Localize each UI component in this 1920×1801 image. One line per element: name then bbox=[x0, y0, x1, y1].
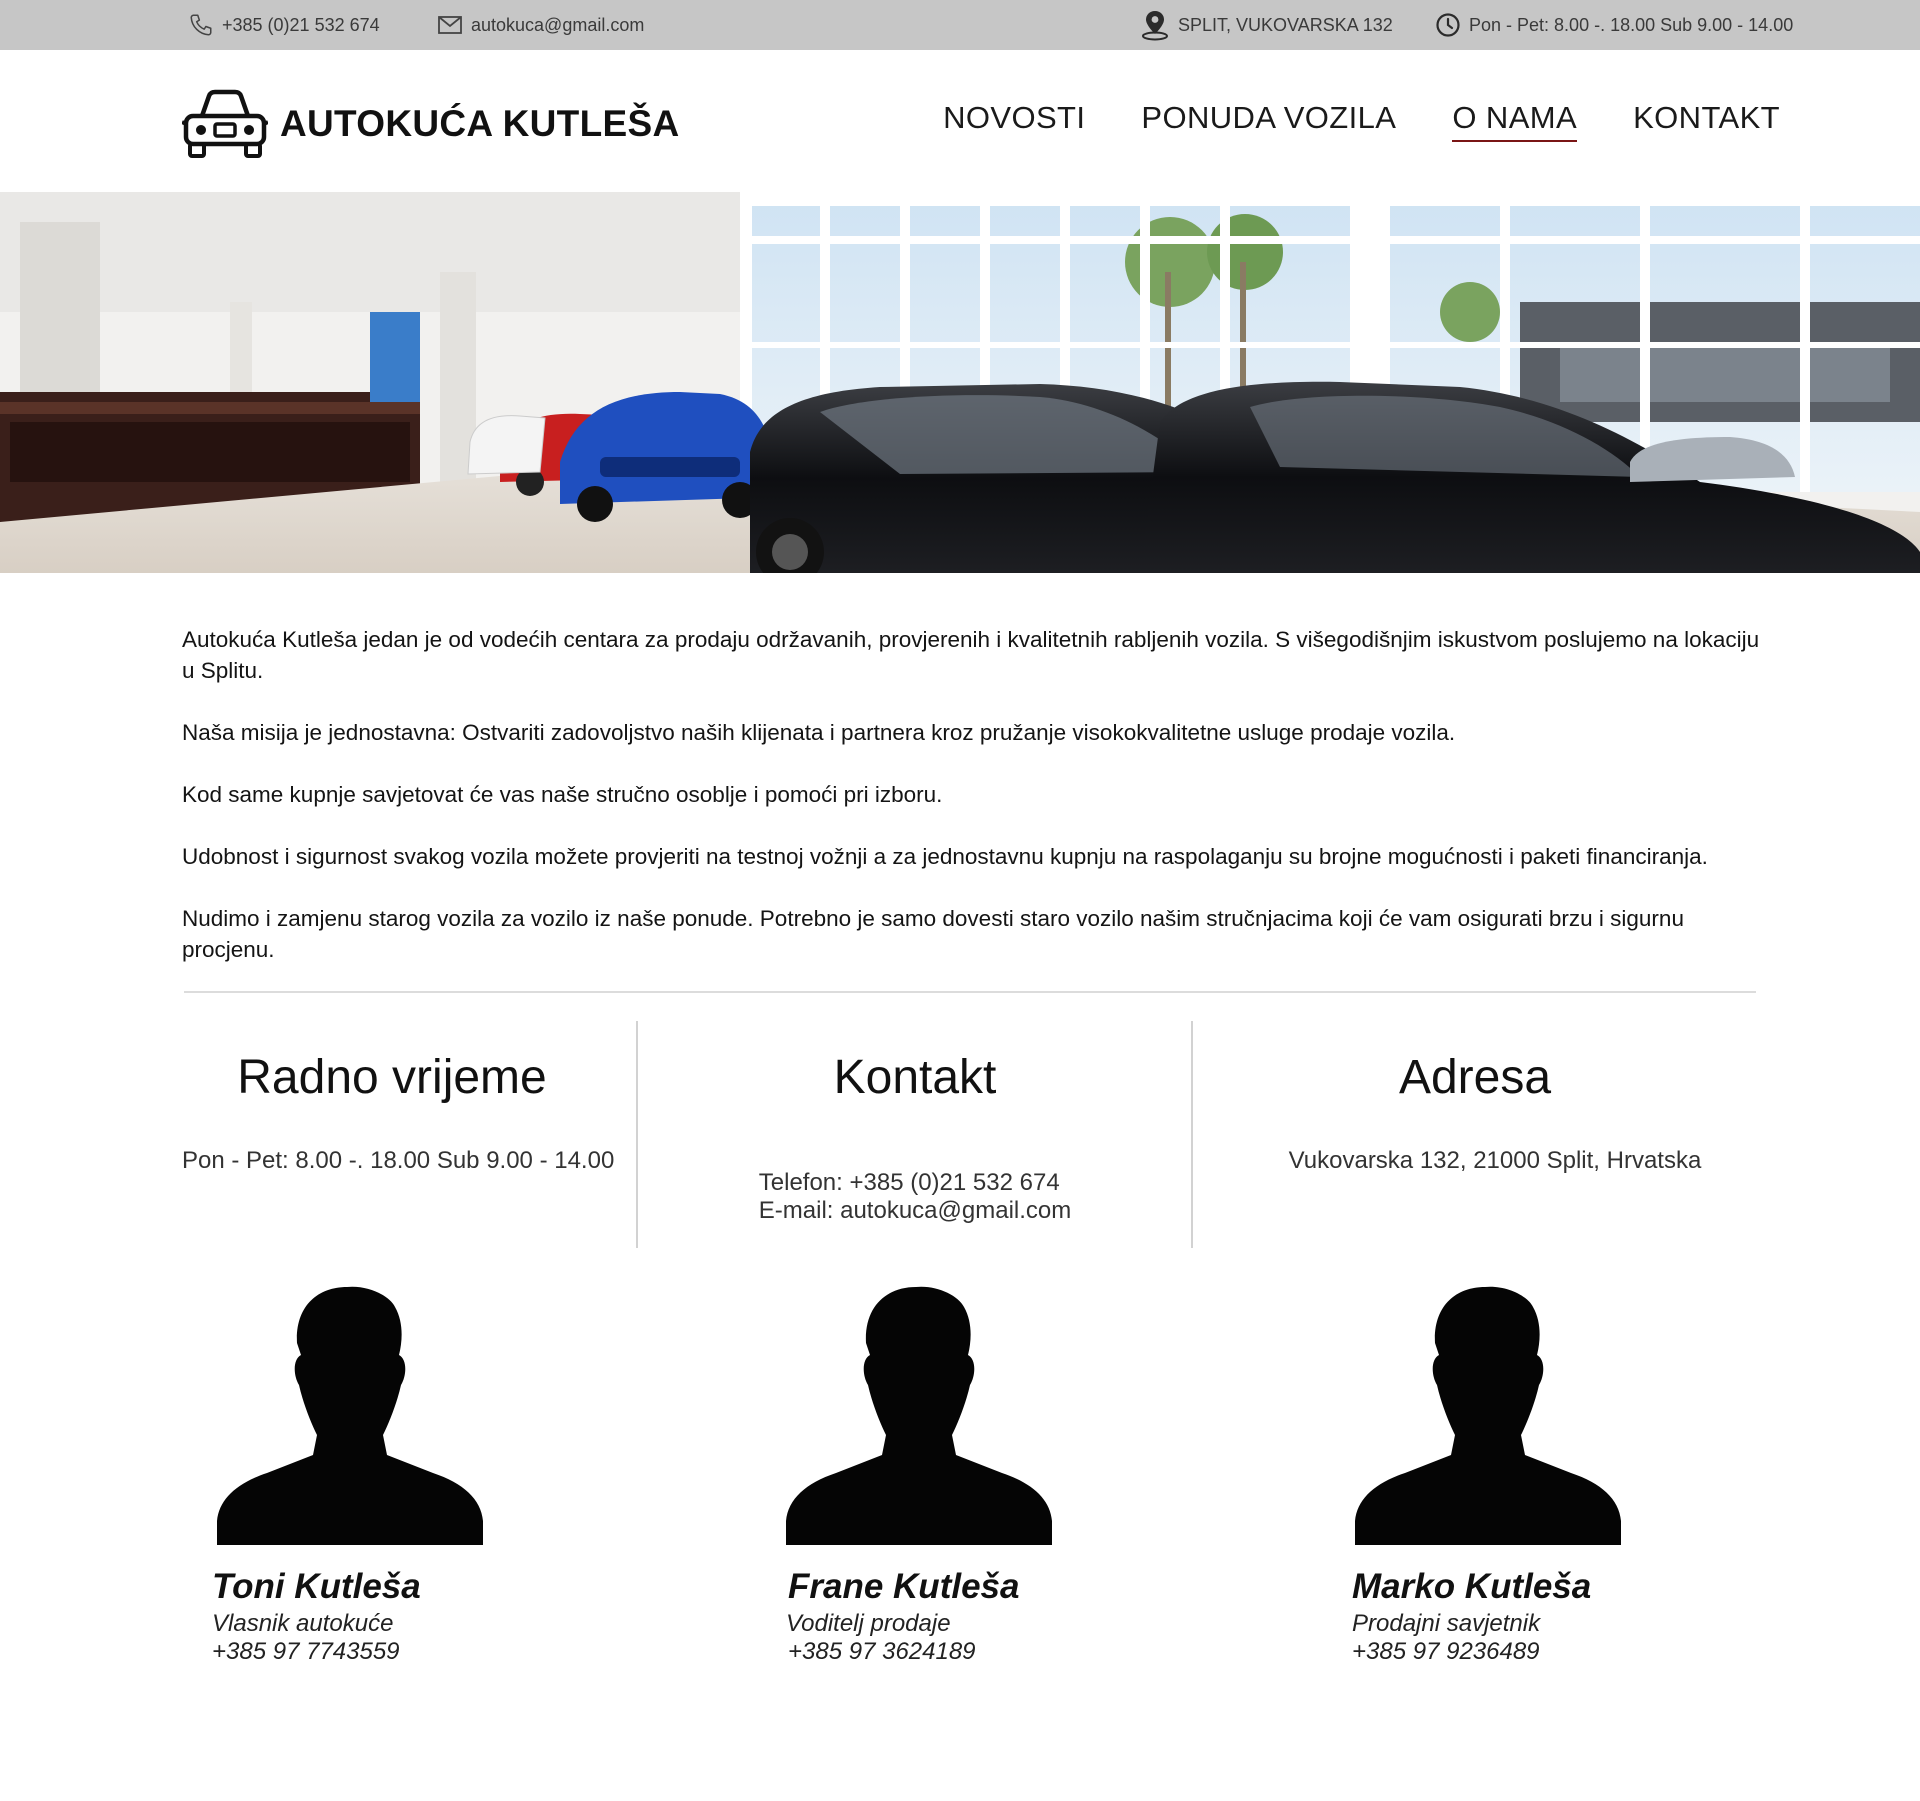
team-member-role: Voditelj prodaje bbox=[786, 1610, 951, 1637]
main-navigation: NOVOSTI PONUDA VOZILA O NAMA KONTAKT bbox=[943, 100, 1780, 142]
team-member-name: Toni Kutleša bbox=[212, 1567, 421, 1606]
nav-kontakt[interactable]: KONTAKT bbox=[1633, 100, 1780, 142]
site-logo[interactable]: AUTOKUĆA KUTLEŠA bbox=[182, 88, 679, 160]
contact-title: Kontakt bbox=[833, 1051, 997, 1104]
topbar-location-text: SPLIT, VUKOVARSKA 132 bbox=[1178, 14, 1393, 35]
topbar-location[interactable]: SPLIT, VUKOVARSKA 132 bbox=[1140, 0, 1393, 50]
hero-showroom-image bbox=[0, 192, 1920, 573]
topbar-email-text: autokuca@gmail.com bbox=[471, 14, 645, 35]
logo-text: AUTOKUĆA KUTLEŠA bbox=[280, 103, 680, 144]
address-text: Vukovarska 132, 21000 Split, Hrvatska bbox=[1288, 1147, 1702, 1174]
intro-paragraph: Kod same kupnje savjetovat će vas naše s… bbox=[182, 782, 943, 807]
section-divider bbox=[184, 991, 1756, 993]
phone-icon bbox=[190, 14, 212, 36]
info-hours: Radno vrijeme Pon - Pet: 8.00 -. 18.00 S… bbox=[182, 1050, 615, 1175]
intro-paragraph: Udobnost i sigurnost svakog vozila možet… bbox=[182, 844, 1708, 869]
map-pin-icon bbox=[1142, 11, 1168, 41]
topbar-phone-text: +385 (0)21 532 674 bbox=[222, 14, 380, 35]
team-member-photo bbox=[217, 1285, 483, 1545]
team-member-phone[interactable]: +385 97 7743559 bbox=[212, 1638, 400, 1666]
nav-novosti[interactable]: NOVOSTI bbox=[943, 100, 1085, 142]
info-contact: Kontakt Telefon: +385 (0)21 532 674 E-ma… bbox=[690, 1050, 1140, 1225]
intro-paragraph: Naša misija je jednostavna: Ostvariti za… bbox=[182, 720, 1456, 745]
clock-icon bbox=[1436, 13, 1460, 37]
nav-o-nama[interactable]: O NAMA bbox=[1452, 100, 1578, 142]
topbar-hours: Pon - Pet: 8.00 -. 18.00 Sub 9.00 - 14.0… bbox=[1435, 0, 1793, 50]
top-info-bar: +385 (0)21 532 674 autokuca@gmail.com SP… bbox=[0, 0, 1920, 50]
team-member-phone[interactable]: +385 97 3624189 bbox=[788, 1638, 976, 1666]
topbar-hours-text: Pon - Pet: 8.00 -. 18.00 Sub 9.00 - 14.0… bbox=[1469, 14, 1794, 35]
team-member-photo bbox=[1355, 1285, 1621, 1545]
address-title: Adresa bbox=[1398, 1051, 1552, 1104]
intro-paragraph: Autokuća Kutleša jedan je od vodećih cen… bbox=[182, 627, 1760, 683]
intro-paragraph: Nudimo i zamjenu starog vozila za vozilo… bbox=[182, 906, 1684, 962]
contact-phone[interactable]: Telefon: +385 (0)21 532 674 bbox=[759, 1169, 1071, 1197]
nav-ponuda-vozila[interactable]: PONUDA VOZILA bbox=[1141, 100, 1396, 142]
team-member-name: Frane Kutleša bbox=[788, 1567, 1020, 1606]
column-separator bbox=[1191, 1021, 1193, 1248]
column-separator bbox=[636, 1021, 638, 1248]
contact-email[interactable]: E-mail: autokuca@gmail.com bbox=[759, 1197, 1071, 1225]
person-silhouette-icon bbox=[786, 1286, 1052, 1545]
team-member-name: Marko Kutleša bbox=[1352, 1567, 1592, 1606]
hours-text: Pon - Pet: 8.00 -. 18.00 Sub 9.00 - 14.0… bbox=[182, 1147, 615, 1174]
car-icon bbox=[182, 89, 268, 158]
mail-icon bbox=[438, 16, 462, 34]
topbar-phone[interactable]: +385 (0)21 532 674 bbox=[188, 0, 380, 50]
team-member-role: Vlasnik autokuće bbox=[212, 1610, 394, 1637]
team-member-role: Prodajni savjetnik bbox=[1352, 1610, 1541, 1637]
team-member-photo bbox=[786, 1285, 1052, 1545]
person-silhouette-icon bbox=[217, 1286, 483, 1545]
topbar-email[interactable]: autokuca@gmail.com bbox=[437, 0, 644, 50]
about-intro: Autokuća Kutleša jedan je od vodećih cen… bbox=[182, 624, 1762, 996]
info-address: Adresa Vukovarska 132, 21000 Split, Hrva… bbox=[1240, 1050, 1750, 1175]
team-member-phone[interactable]: +385 97 9236489 bbox=[1352, 1638, 1540, 1666]
person-silhouette-icon bbox=[1355, 1286, 1621, 1545]
hours-title: Radno vrijeme bbox=[237, 1051, 547, 1104]
